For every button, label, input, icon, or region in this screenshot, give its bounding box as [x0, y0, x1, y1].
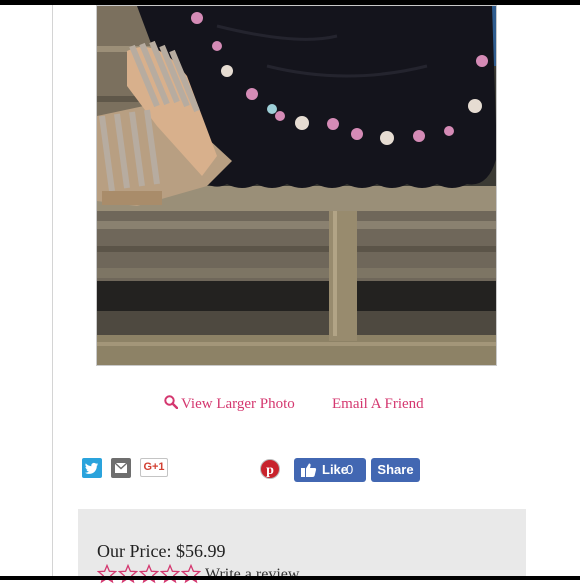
email-icon[interactable] — [111, 458, 131, 478]
search-icon — [164, 394, 179, 416]
star-icon[interactable] — [118, 564, 138, 584]
price-value: $56.99 — [175, 541, 226, 561]
star-icon[interactable] — [139, 564, 159, 584]
left-divider — [52, 5, 53, 580]
price-line: Our Price: $56.99 — [97, 541, 225, 562]
facebook-like-button[interactable]: Like 0 — [294, 458, 366, 482]
product-photo-illustration — [97, 6, 496, 365]
like-label: Like — [322, 462, 349, 477]
thumbs-up-icon — [300, 462, 317, 486]
view-larger-photo-link[interactable]: View Larger Photo — [164, 393, 295, 416]
write-review-link[interactable]: Write a review — [205, 564, 299, 586]
photo-links: View Larger Photo Email A Friend — [0, 393, 580, 415]
email-a-friend-link[interactable]: Email A Friend — [332, 393, 424, 415]
svg-text:p: p — [266, 463, 274, 478]
twitter-icon[interactable] — [82, 458, 102, 478]
google-plus-button[interactable]: G+1 — [140, 458, 168, 477]
price-panel: Our Price: $56.99 Write a review — [78, 509, 526, 584]
view-larger-photo-label: View Larger Photo — [181, 396, 295, 412]
bottom-border — [0, 576, 580, 580]
star-icon[interactable] — [181, 564, 201, 584]
facebook-share-button[interactable]: Share — [371, 458, 420, 482]
star-icon[interactable] — [160, 564, 180, 584]
star-icon[interactable] — [97, 564, 117, 584]
like-count: 0 — [346, 462, 354, 477]
product-photo[interactable] — [96, 5, 497, 366]
price-label: Our Price: — [97, 541, 172, 561]
share-bar: G+1 p Like 0 Share — [0, 457, 580, 485]
pinterest-icon[interactable]: p — [260, 459, 280, 479]
rating-row: Write a review — [97, 564, 299, 586]
